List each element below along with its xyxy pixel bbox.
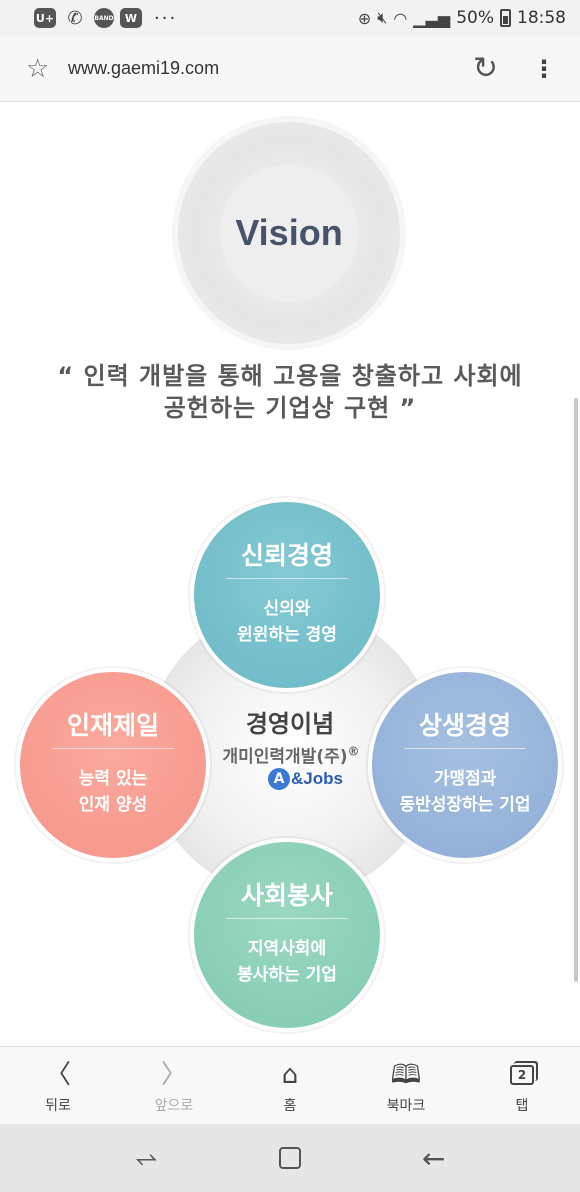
- petal-title: 상생경영: [418, 711, 511, 740]
- petal-social-service: 사회봉사 지역사회에 봉사하는 기업: [194, 842, 380, 1028]
- clock: 18:58: [517, 8, 566, 28]
- petal-divider: [52, 748, 174, 749]
- company-name: 개미인력개발(주)®: [196, 742, 386, 767]
- page-content: Vision “ 인력 개발을 통해 고용을 창출하고 사회에 공헌하는 기업상…: [0, 102, 580, 1046]
- registered-mark: ®: [347, 744, 360, 759]
- system-status: ⊕ 🔇︎ ◠ ▁▃▅ 50% 18:58: [358, 8, 566, 28]
- signal-icon: ▁▃▅: [413, 8, 451, 28]
- recent-apps-icon[interactable]: ⥋: [126, 1141, 166, 1175]
- petal-divider: [404, 748, 526, 749]
- petal-divider: [226, 578, 348, 579]
- browser-screen: U+ ✆ BAND W ··· ⊕ 🔇︎ ◠ ▁▃▅ 50% 18:58 ☆ w…: [0, 0, 580, 1192]
- petal-title: 사회봉사: [240, 881, 333, 910]
- petal-desc-line1: 지역사회에: [247, 939, 327, 959]
- address-bar: ☆ www.gaemi19.com ↻ ⋮: [0, 36, 580, 102]
- company-name-text: 개미인력개발(주): [222, 747, 348, 767]
- a-jobs-logo: A &Jobs: [268, 768, 343, 790]
- bookmark-star-icon[interactable]: ☆: [26, 54, 58, 84]
- reload-icon[interactable]: ↻: [473, 51, 498, 86]
- vision-statement-line2: 공헌하는 기업상 구현 ”: [163, 394, 417, 422]
- battery-saver-icon: ⊕: [357, 8, 372, 28]
- petal-desc-line1: 가맹점과: [433, 769, 497, 789]
- tabs-icon: 2: [510, 1065, 534, 1085]
- petal-desc-line2: 봉사하는 기업: [237, 965, 337, 985]
- notification-icons: U+ ✆ BAND W ···: [34, 8, 177, 29]
- back-label: 뒤로: [45, 1098, 71, 1114]
- logo-text: &Jobs: [291, 769, 343, 788]
- petal-desc-line1: 능력 있는: [78, 769, 148, 789]
- bookmarks-button[interactable]: 🕮︎ 북마크: [348, 1047, 464, 1124]
- petal-desc-line2: 인재 양성: [78, 795, 148, 815]
- bookmarks-label: 북마크: [386, 1098, 426, 1114]
- petal-talent-first: 인재제일 능력 있는 인재 양성: [20, 672, 206, 858]
- chevron-left-icon: 〈: [44, 1060, 71, 1090]
- phone-app-icon: ✆: [67, 7, 83, 29]
- home-icon: ⌂: [281, 1060, 299, 1090]
- forward-button[interactable]: 〉 앞으로: [116, 1047, 232, 1124]
- logo-a-mark: A: [268, 768, 290, 790]
- home-label: 홈: [283, 1098, 297, 1114]
- url-field[interactable]: www.gaemi19.com: [68, 58, 219, 79]
- battery-percent: 50%: [456, 8, 494, 28]
- petal-trust-management: 신뢰경영 신의와 윈윈하는 경영: [194, 502, 380, 688]
- system-navigation-bar: ⥋ ←: [0, 1124, 580, 1192]
- vision-title: Vision: [235, 212, 343, 253]
- more-notifications-icon: ···: [154, 7, 178, 29]
- chevron-right-icon: 〉: [160, 1060, 187, 1090]
- book-icon: 🕮︎: [390, 1060, 422, 1090]
- petal-divider: [226, 918, 348, 919]
- tabs-button[interactable]: 2 탭: [464, 1047, 580, 1124]
- philosophy-title: 경영이념: [245, 710, 335, 738]
- browser-bottom-nav: 〈 뒤로 〉 앞으로 ⌂ 홈 🕮︎ 북마크 2 탭: [0, 1046, 580, 1124]
- w-app-icon: W: [120, 8, 142, 28]
- page-scrollbar[interactable]: [574, 398, 578, 982]
- home-system-icon[interactable]: [278, 1147, 301, 1169]
- back-button[interactable]: 〈 뒤로: [0, 1047, 116, 1124]
- mute-icon: 🔇︎: [377, 8, 388, 27]
- battery-icon: [500, 9, 511, 27]
- home-button[interactable]: ⌂ 홈: [232, 1047, 348, 1124]
- petal-desc-line2: 윈윈하는 경영: [237, 625, 337, 645]
- vision-inner-circle: Vision: [220, 164, 358, 302]
- forward-label: 앞으로: [154, 1098, 194, 1114]
- status-bar: U+ ✆ BAND W ··· ⊕ 🔇︎ ◠ ▁▃▅ 50% 18:58: [0, 0, 580, 36]
- vision-circle: Vision: [178, 122, 400, 344]
- back-arrow-icon[interactable]: ←: [414, 1142, 454, 1175]
- petal-desc-line2: 동반성장하는 기업: [399, 795, 531, 815]
- more-options-icon[interactable]: ⋮: [532, 55, 556, 83]
- wifi-icon: ◠: [393, 8, 408, 28]
- petal-title: 신뢰경영: [240, 541, 333, 570]
- uplus-app-icon: U+: [34, 8, 56, 28]
- petal-desc-line1: 신의와: [263, 599, 311, 619]
- petal-title: 인재제일: [66, 711, 159, 740]
- tabs-label: 탭: [515, 1098, 529, 1114]
- vision-statement-line1: “ 인력 개발을 통해 고용을 창출하고 사회에: [57, 362, 523, 390]
- band-app-icon: BAND: [94, 8, 114, 28]
- petal-coexistence-management: 상생경영 가맹점과 동반성장하는 기업: [372, 672, 558, 858]
